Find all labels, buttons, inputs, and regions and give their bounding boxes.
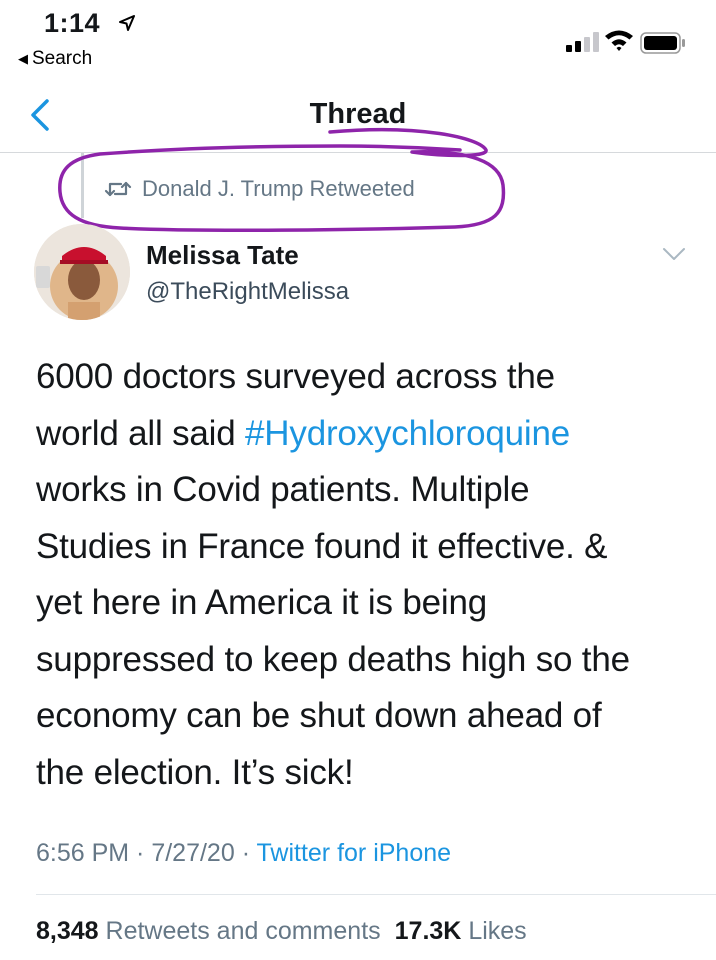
battery-icon <box>640 32 685 54</box>
retweet-context-label: Donald J. Trump Retweeted <box>142 176 415 201</box>
nav-divider <box>0 152 716 153</box>
status-back-link[interactable]: ◀ Search <box>18 48 92 70</box>
status-time: 1:14 <box>44 8 101 38</box>
likes-label: Likes <box>468 917 527 945</box>
meta-divider <box>36 894 716 895</box>
tweet-line: yet here in America it is being <box>36 583 487 622</box>
retweets-label: Retweets and comments <box>105 917 381 945</box>
retweets-stat[interactable]: 8,348 Retweets and comments <box>36 917 381 945</box>
author-handle[interactable]: @TheRightMelissa <box>146 278 349 306</box>
back-triangle-icon: ◀ <box>18 51 28 66</box>
tweet-line: the election. It’s sick! <box>36 752 354 792</box>
author-name[interactable]: Melissa Tate <box>146 240 299 271</box>
meta-separator: · <box>234 839 257 867</box>
avatar[interactable] <box>34 224 130 320</box>
tweet-line: economy can be shut down ahead of <box>36 696 602 735</box>
signal-icon <box>566 32 599 52</box>
likes-count: 17.3K <box>394 917 462 945</box>
retweet-icon <box>104 181 132 197</box>
tweet-meta: 6:56 PM · 7/27/20 · Twitter for iPhone <box>36 839 451 868</box>
tweet-stats: 8,348 Retweets and comments 17.3K Likes <box>36 917 527 946</box>
tweet-line: suppressed to keep deaths high so the <box>36 639 630 679</box>
location-arrow-icon <box>119 15 135 31</box>
thread-connector-line <box>81 153 84 218</box>
retweets-count: 8,348 <box>36 917 99 945</box>
page-title: Thread <box>309 98 407 130</box>
tweet-line: 6000 doctors surveyed across the <box>36 357 555 396</box>
retweet-context[interactable]: Donald J. Trump Retweeted <box>104 176 415 202</box>
status-back-label: Search <box>32 48 93 69</box>
avatar-image <box>34 224 130 320</box>
tweet-text: 6000 doctors surveyed across the world a… <box>36 349 696 801</box>
wifi-icon <box>605 30 633 51</box>
tweet-date: 7/27/20 <box>151 839 235 867</box>
meta-separator: · <box>129 839 152 867</box>
tweet-line: world all said #Hydroxychloroquine <box>36 406 696 463</box>
tweet-text-segment: world all said <box>36 413 246 453</box>
likes-stat[interactable]: 17.3K Likes <box>395 917 527 945</box>
tweet-line: works in Covid patients. Multiple <box>36 470 530 509</box>
tweet-source-link[interactable]: Twitter for iPhone <box>257 839 452 867</box>
chevron-down-icon[interactable] <box>662 246 686 262</box>
tweet-line: Studies in France found it effective. & <box>36 526 608 566</box>
tweet-time: 6:56 PM <box>36 839 130 867</box>
hashtag-link[interactable]: #Hydroxychloroquine <box>245 414 570 453</box>
